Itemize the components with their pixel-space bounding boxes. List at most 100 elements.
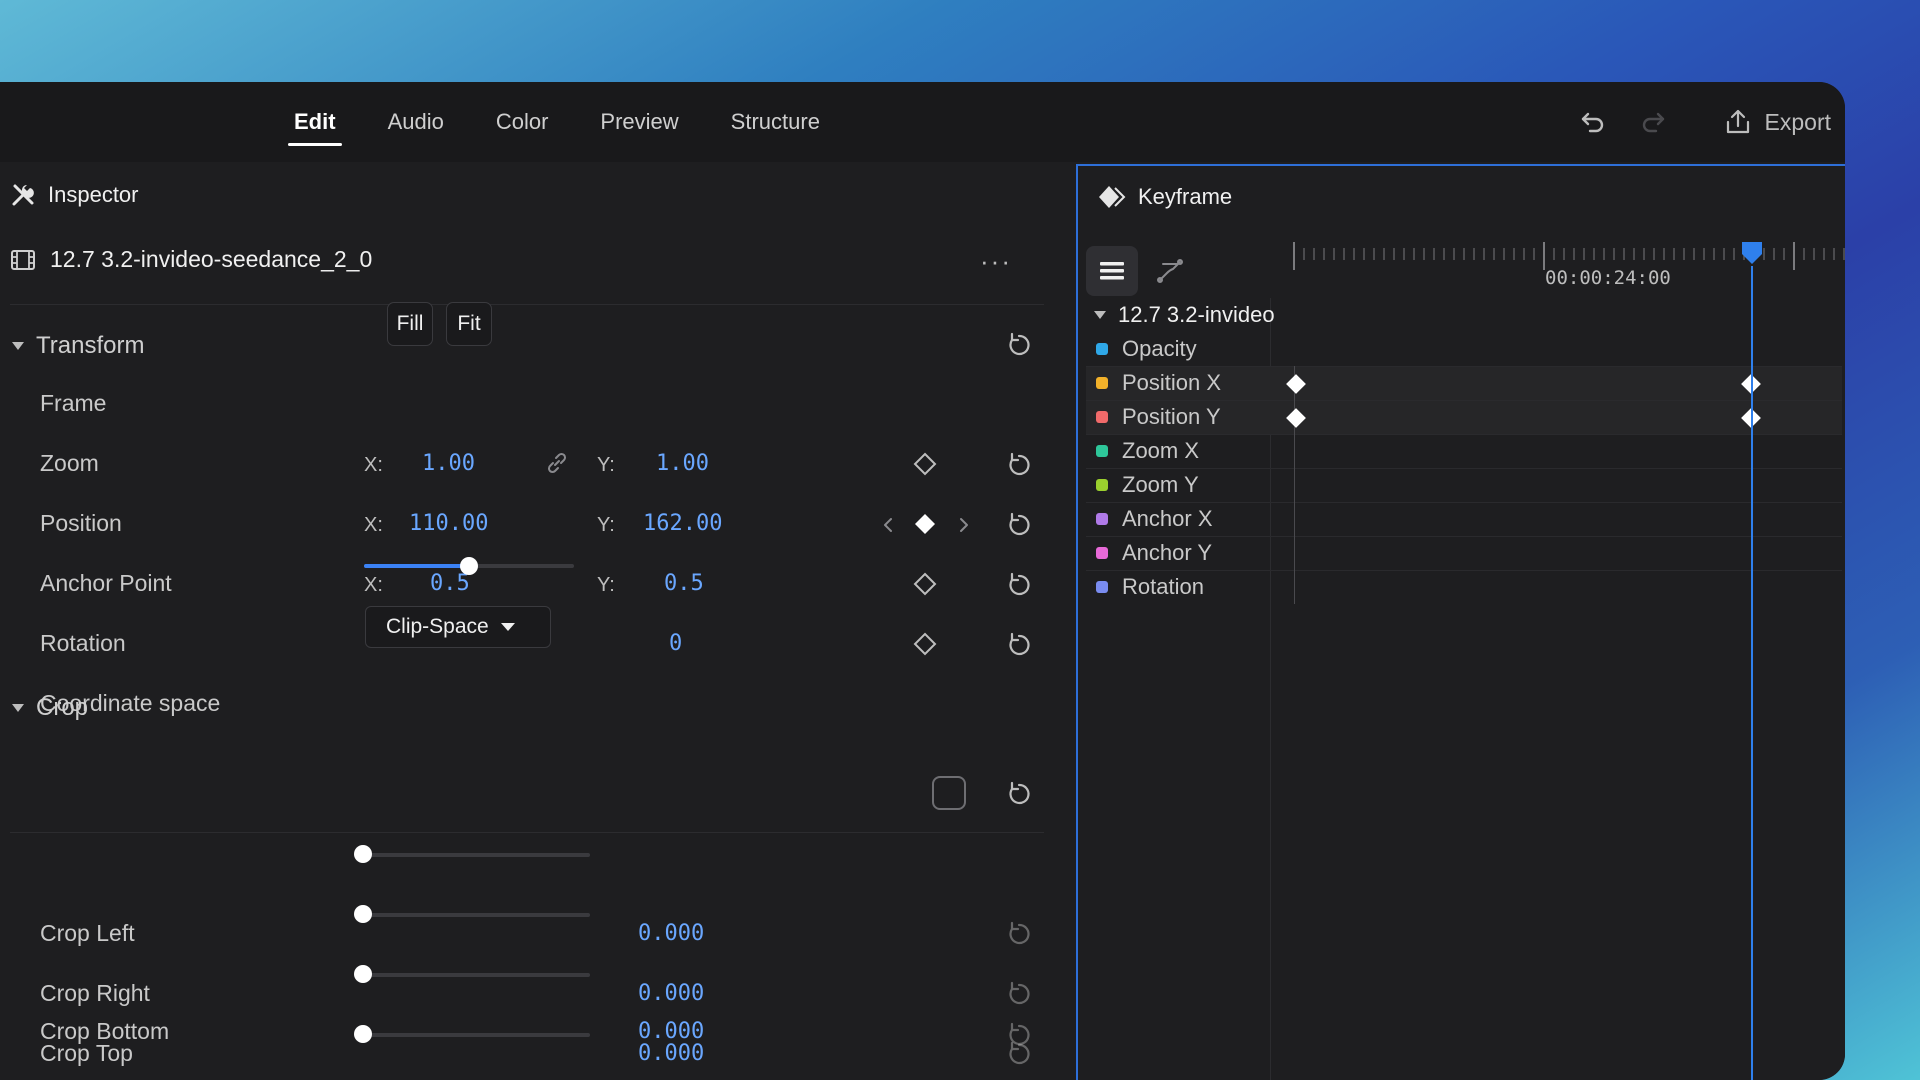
curve-view-button[interactable] (1144, 246, 1196, 296)
divider (10, 832, 1044, 833)
crop-top-value[interactable]: 0.000 (638, 1041, 704, 1066)
redo-button[interactable] (1623, 92, 1683, 152)
track-row-position-y[interactable]: Position Y (1086, 400, 1842, 434)
timecode-label: 00:00:24:00 (1545, 267, 1671, 289)
position-y-value[interactable]: 162.00 (643, 511, 722, 536)
zoom-y-color-dot (1096, 479, 1108, 491)
link-icon[interactable] (544, 450, 570, 476)
reset-rotation-icon[interactable] (1004, 630, 1034, 660)
track-label: Opacity (1122, 336, 1197, 361)
tab-preview[interactable]: Preview (574, 82, 704, 162)
anchor-x-color-dot (1096, 513, 1108, 525)
fit-button[interactable]: Fit (446, 302, 492, 346)
list-view-button[interactable] (1086, 246, 1138, 296)
crop-bottom-value[interactable]: 0.000 (638, 1019, 704, 1044)
reset-transform-icon[interactable] (1004, 330, 1034, 360)
editor-window: Edit Audio Color Preview Structure Expor… (0, 82, 1845, 1080)
track-row-position-x[interactable]: Position X (1086, 366, 1842, 400)
frame-label: Frame (40, 390, 107, 416)
coordinate-space-value: Clip-Space (386, 615, 489, 638)
reset-anchor-icon[interactable] (1004, 570, 1034, 600)
reset-crop-bottom-icon[interactable] (1004, 1020, 1034, 1050)
crop-top-thumb[interactable] (354, 965, 372, 983)
crop-left-value[interactable]: 0.000 (638, 921, 704, 946)
clip-group-label: 12.7 3.2-invideo (1118, 302, 1275, 327)
position-x-value[interactable]: 110.00 (409, 511, 488, 536)
next-keyframe-icon[interactable] (954, 510, 974, 540)
tab-color[interactable]: Color (470, 82, 575, 162)
divider (10, 304, 1044, 305)
crop-left-slider[interactable] (355, 853, 590, 857)
inspector-panel: Inspector 12.7 3.2-invideo-seedance_2_0 … (0, 164, 1068, 1080)
rotation-keyframe-icon[interactable] (910, 629, 940, 659)
main-tabs: Edit Audio Color Preview Structure (268, 82, 846, 162)
export-label: Export (1764, 108, 1831, 135)
reset-crop-icon[interactable] (1004, 779, 1034, 809)
crop-right-slider[interactable] (355, 913, 590, 917)
clip-name: 12.7 3.2-invideo-seedance_2_0 (50, 246, 373, 272)
keyframe-header: Keyframe (1098, 184, 1232, 210)
zoom-y-value[interactable]: 1.00 (656, 451, 709, 476)
zoom-label: Zoom (40, 450, 99, 476)
reset-zoom-icon[interactable] (1004, 450, 1034, 480)
track-label: Position Y (1122, 404, 1221, 429)
position-x-color-dot (1096, 377, 1108, 389)
crop-bottom-thumb[interactable] (354, 1025, 372, 1043)
anchor-x-value[interactable]: 0.5 (430, 571, 470, 596)
zoom-keyframe-icon[interactable] (910, 449, 940, 479)
anchor-keyframe-icon[interactable] (910, 569, 940, 599)
clip-group-row[interactable]: 12.7 3.2-invideo (1086, 298, 1842, 332)
crop-left-thumb[interactable] (354, 845, 372, 863)
undo-icon (1581, 112, 1603, 133)
reset-position-icon[interactable] (1004, 510, 1034, 540)
crop-right-label: Crop Right (40, 980, 150, 1006)
more-options-button[interactable]: ··· (980, 246, 1012, 277)
fill-button[interactable]: Fill (387, 302, 433, 346)
film-icon (11, 249, 35, 270)
track-row-opacity[interactable]: Opacity (1086, 332, 1842, 366)
track-row-anchor-y[interactable]: Anchor Y (1086, 536, 1842, 570)
prev-keyframe-icon[interactable] (878, 510, 898, 540)
rotation-slider-thumb[interactable] (460, 557, 478, 575)
track-row-zoom-x[interactable]: Zoom X (1086, 434, 1842, 468)
keyframe-panel: Keyframe 00:00:24:00 12.7 3.2-invideo Op… (1076, 164, 1845, 1080)
rotation-value[interactable]: 0 (669, 631, 682, 656)
transform-section-toggle[interactable]: Transform (12, 332, 144, 360)
tab-audio[interactable]: Audio (362, 82, 470, 162)
playhead-line (1751, 266, 1753, 1080)
crop-top-slider[interactable] (355, 973, 590, 977)
tab-edit[interactable]: Edit (268, 82, 362, 162)
coordinate-space-select[interactable]: Clip-Space (365, 606, 551, 648)
inspector-title: Inspector (48, 182, 139, 207)
crop-enable-checkbox[interactable] (932, 776, 966, 810)
track-row-anchor-x[interactable]: Anchor X (1086, 502, 1842, 536)
anchor-y-label: Y: (597, 574, 615, 596)
export-icon (1726, 109, 1749, 134)
playhead-handle[interactable] (1740, 240, 1764, 268)
opacity-color-dot (1096, 343, 1108, 355)
zoom-y-label: Y: (597, 454, 615, 476)
crop-right-thumb[interactable] (354, 905, 372, 923)
undo-button[interactable] (1563, 92, 1623, 152)
crop-bottom-slider[interactable] (355, 1033, 590, 1037)
crop-section-toggle[interactable]: Crop (12, 694, 88, 722)
list-icon (1100, 262, 1124, 280)
track-row-rotation[interactable]: Rotation (1086, 570, 1842, 604)
position-y-label: Y: (597, 514, 615, 536)
row-divider (1086, 400, 1842, 401)
zoom-x-value[interactable]: 1.00 (422, 451, 475, 476)
anchor-y-value[interactable]: 0.5 (664, 571, 704, 596)
crop-right-value[interactable]: 0.000 (638, 981, 704, 1006)
anchor-x-label: X: (364, 574, 383, 596)
zoom-x-color-dot (1096, 445, 1108, 457)
track-label: Anchor Y (1122, 540, 1213, 565)
track-row-zoom-y[interactable]: Zoom Y (1086, 468, 1842, 502)
export-button[interactable]: Export (1683, 107, 1831, 137)
chevron-down-icon (1094, 311, 1106, 319)
tab-structure[interactable]: Structure (705, 82, 846, 162)
chevron-down-icon (12, 342, 24, 350)
position-keyframe-icon[interactable] (910, 509, 940, 539)
reset-crop-left-icon[interactable] (1004, 919, 1034, 949)
reset-crop-right-icon[interactable] (1004, 979, 1034, 1009)
crop-left-label: Crop Left (40, 920, 135, 946)
